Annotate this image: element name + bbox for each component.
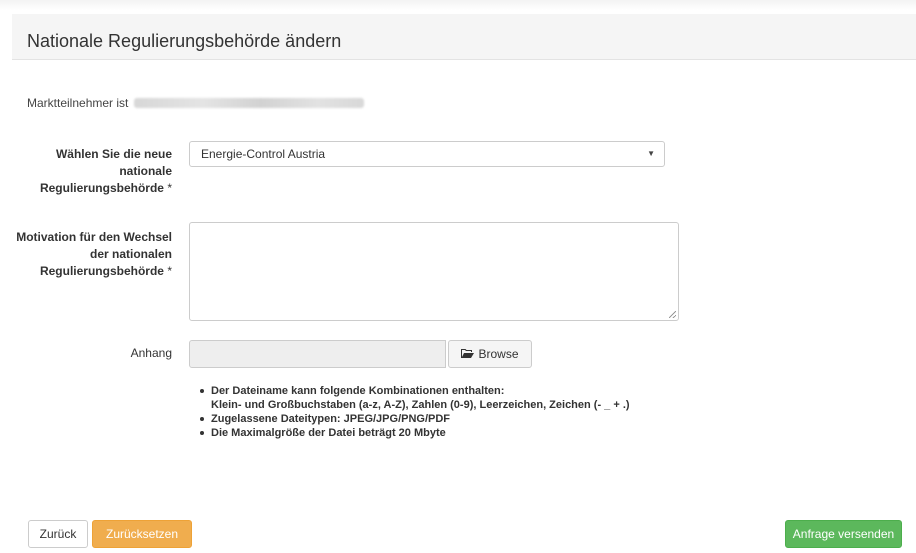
page-title: Nationale Regulierungsbehörde ändern: [27, 31, 342, 51]
regulator-select[interactable]: Energie-Control Austria ▼: [189, 141, 665, 167]
rule-text: Die Maximalgröße der Datei beträgt 20 Mb…: [211, 427, 446, 439]
resize-handle-icon[interactable]: [669, 311, 676, 318]
rule-text: Der Dateiname kann folgende Kombinatione…: [211, 385, 505, 397]
rule-text: Zugelassene Dateitypen: JPEG/JPG/PNG/PDF: [211, 413, 451, 425]
participant-name-redacted: [134, 98, 365, 108]
top-shadow: [0, 0, 916, 10]
participant-info: Marktteilnehmer ist: [27, 96, 365, 110]
caret-down-icon: ▼: [647, 149, 655, 158]
browse-label: Browse: [478, 347, 519, 361]
panel-header: Nationale Regulierungsbehörde ändern: [12, 14, 916, 60]
regulator-selected-value: Energie-Control Austria: [201, 147, 326, 161]
attachment-file-field[interactable]: [189, 340, 446, 368]
regulator-label: Wählen Sie die neue nationale Regulierun…: [12, 146, 172, 197]
reset-button[interactable]: Zurücksetzen: [92, 520, 192, 548]
list-item: Der Dateiname kann folgende Kombinatione…: [200, 384, 630, 412]
required-mark: *: [167, 181, 172, 195]
page: Nationale Regulierungsbehörde ändern Mar…: [0, 0, 916, 553]
browse-button[interactable]: Browse: [448, 340, 532, 368]
folder-open-icon: [461, 349, 475, 359]
motivation-label-text: Motivation für den Wechsel der nationale…: [16, 230, 172, 278]
attachment-label: Anhang: [130, 346, 172, 360]
file-rules-list: Der Dateiname kann folgende Kombinatione…: [200, 384, 630, 440]
list-item: Zugelassene Dateitypen: JPEG/JPG/PNG/PDF: [200, 412, 630, 426]
required-mark: *: [167, 264, 172, 278]
regulator-label-text: Wählen Sie die neue nationale Regulierun…: [39, 147, 172, 195]
rule-subtext: Klein- und Großbuchstaben (a-z, A-Z), Za…: [211, 399, 630, 411]
send-request-button[interactable]: Anfrage versenden: [785, 520, 902, 548]
participant-prefix: Marktteilnehmer ist: [27, 96, 129, 110]
back-button[interactable]: Zurück: [28, 520, 88, 548]
motivation-textarea[interactable]: [189, 222, 679, 321]
list-item: Die Maximalgröße der Datei beträgt 20 Mb…: [200, 426, 630, 440]
motivation-label: Motivation für den Wechsel der nationale…: [12, 229, 172, 280]
